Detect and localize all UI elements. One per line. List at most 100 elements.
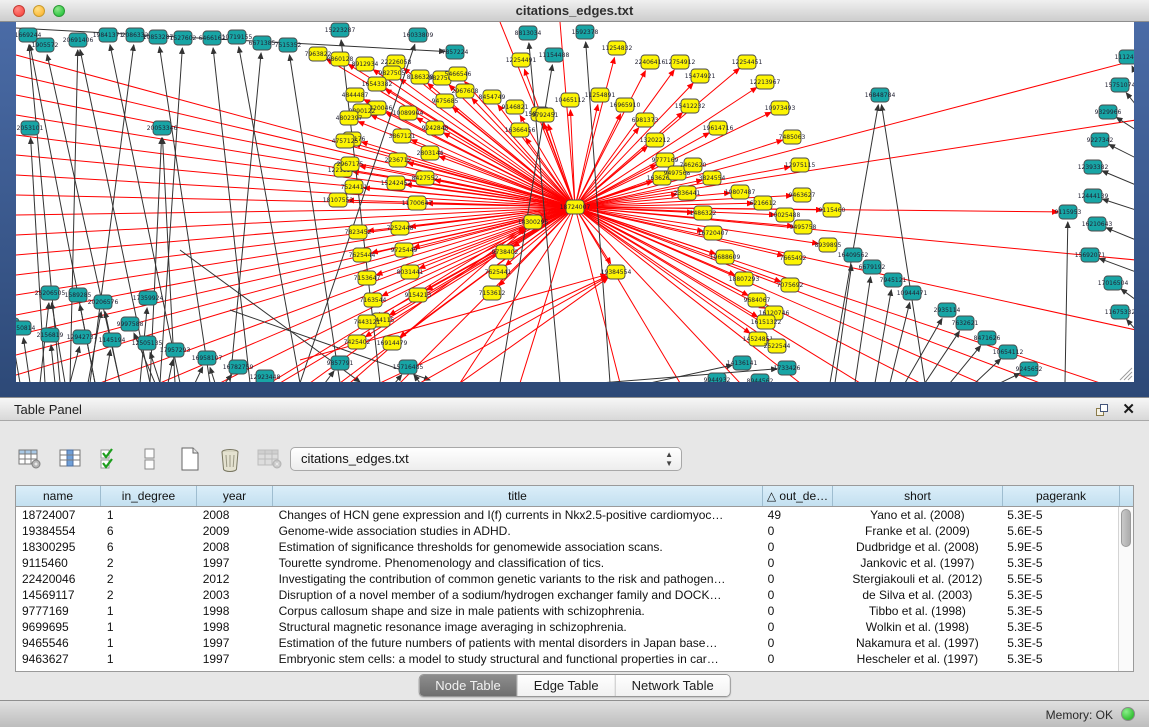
table-cell[interactable]: 1998 xyxy=(197,619,273,635)
graph-node[interactable]: 8860128 xyxy=(327,52,354,66)
table-cell[interactable]: 6 xyxy=(101,539,197,555)
graph-node[interactable]: 9146821 xyxy=(502,100,529,114)
graph-node[interactable]: 12213967 xyxy=(750,75,781,89)
table-cell[interactable]: Stergiakouli et al. (2012) xyxy=(832,571,1002,587)
table-cell[interactable]: 0 xyxy=(762,555,832,571)
table-row[interactable]: 1456911722003Disruption of a novel membe… xyxy=(16,587,1118,603)
table-cell[interactable]: 2009 xyxy=(197,523,273,539)
graph-node[interactable]: 6466162 xyxy=(199,31,226,45)
table-cell[interactable]: 1997 xyxy=(197,651,273,667)
table-cell[interactable]: 1997 xyxy=(197,635,273,651)
graph-node[interactable]: 9463627 xyxy=(789,188,816,202)
table-cell[interactable]: 5.3E-5 xyxy=(1001,619,1118,635)
table-cell[interactable]: 5.3E-5 xyxy=(1001,635,1118,651)
table-row[interactable]: 2242004622012Investigating the contribut… xyxy=(16,571,1118,587)
network-canvas[interactable]: 1872400779638228860128891293422226058982… xyxy=(16,22,1134,382)
table-row[interactable]: 977716911998Corpus callosum shape and si… xyxy=(16,603,1118,619)
graph-node[interactable]: 15223287 xyxy=(325,23,356,37)
graph-node[interactable]: 16033809 xyxy=(403,28,434,42)
table-row[interactable]: 946554611997Estimation of the future num… xyxy=(16,635,1118,651)
column-header-out_de[interactable]: △ out_de… xyxy=(763,486,833,506)
graph-node[interactable]: 7075692 xyxy=(777,278,804,292)
column-header-in_degree[interactable]: in_degree xyxy=(101,486,197,506)
table-cell[interactable]: 1 xyxy=(101,507,197,523)
graph-node[interactable]: 1145194 xyxy=(99,333,126,347)
table-cell[interactable]: Dudbridge et al. (2008) xyxy=(832,539,1002,555)
table-cell[interactable]: 5.3E-5 xyxy=(1001,603,1118,619)
graph-node[interactable]: 7153612 xyxy=(479,286,506,300)
table-cell[interactable]: Tibbo et al. (1998) xyxy=(832,603,1002,619)
table-cell[interactable]: Jankovic et al. (1997) xyxy=(832,555,1002,571)
graph-node[interactable]: 20691406 xyxy=(63,33,94,47)
graph-node[interactable]: 7153647 xyxy=(354,271,381,285)
graph-node[interactable]: 11254832 xyxy=(602,41,633,55)
table-cell[interactable]: 2012 xyxy=(197,571,273,587)
unselect-rows-icon[interactable] xyxy=(136,445,164,473)
table-cell[interactable]: 5.3E-5 xyxy=(1001,587,1118,603)
graph-node[interactable]: 2156819 xyxy=(37,328,64,342)
graph-node[interactable]: 15474921 xyxy=(685,69,716,83)
table-cell[interactable]: 14569117 xyxy=(16,587,101,603)
table-cell[interactable]: 0 xyxy=(762,539,832,555)
table-cell[interactable]: 5.9E-5 xyxy=(1001,539,1118,555)
graph-node[interactable]: 10465112 xyxy=(555,93,586,107)
table-settings-icon[interactable] xyxy=(16,445,44,473)
graph-node[interactable]: 2935114 xyxy=(934,303,961,317)
table-cell[interactable]: Yano et al. (2008) xyxy=(832,507,1002,523)
graph-node[interactable]: 2053101 xyxy=(17,121,44,135)
table-row[interactable]: 969969511998Structural magnetic resonanc… xyxy=(16,619,1118,635)
table-cell[interactable]: 2003 xyxy=(197,587,273,603)
graph-node[interactable]: 10688609 xyxy=(710,250,741,264)
graph-node[interactable]: 1592378 xyxy=(572,25,599,39)
table-cell[interactable]: Embryonic stem cells: a model to study s… xyxy=(273,651,762,667)
import-table-icon[interactable] xyxy=(256,445,284,473)
table-cell[interactable]: 6 xyxy=(101,523,197,539)
select-all-icon[interactable] xyxy=(96,445,124,473)
graph-node[interactable]: 7632621 xyxy=(952,316,979,330)
graph-node[interactable]: 12254491 xyxy=(506,53,537,67)
table-cell[interactable]: Nakamura et al. (1997) xyxy=(832,635,1002,651)
column-header-short[interactable]: short xyxy=(833,486,1003,506)
table-cell[interactable]: 9777169 xyxy=(16,603,101,619)
float-panel-icon[interactable] xyxy=(1096,404,1109,417)
table-cell[interactable]: 0 xyxy=(762,651,832,667)
column-header-name[interactable]: name xyxy=(16,486,101,506)
graph-node[interactable]: 6679192 xyxy=(859,260,886,274)
table-scrollbar[interactable] xyxy=(1118,507,1133,671)
graph-node[interactable]: 17016504 xyxy=(1098,276,1129,290)
graph-node[interactable]: 14136141 xyxy=(727,356,758,370)
graph-node[interactable]: 1112453 xyxy=(1115,50,1134,64)
graph-node[interactable]: 16965910 xyxy=(610,98,641,112)
graph-node[interactable]: 2522544 xyxy=(764,339,791,353)
graph-node[interactable]: 12254451 xyxy=(732,55,763,69)
table-cell[interactable]: 9465546 xyxy=(16,635,101,651)
table-cell[interactable]: 22420046 xyxy=(16,571,101,587)
graph-node[interactable]: 9495758 xyxy=(790,220,817,234)
graph-node[interactable]: 11154488 xyxy=(539,48,570,62)
table-row[interactable]: 1830029562008Estimation of significance … xyxy=(16,539,1118,555)
graph-node[interactable]: 2236712 xyxy=(385,153,412,167)
table-cell[interactable]: 2008 xyxy=(197,507,273,523)
graph-node[interactable]: 16848784 xyxy=(865,88,896,102)
tab-network-table[interactable]: Network Table xyxy=(616,675,730,696)
table-cell[interactable]: 2 xyxy=(101,555,197,571)
graph-node[interactable]: 1589285 xyxy=(65,288,92,302)
graph-node[interactable]: 12444139 xyxy=(1078,189,1109,203)
table-cell[interactable]: 2008 xyxy=(197,539,273,555)
table-cell[interactable]: 2 xyxy=(101,571,197,587)
tab-node-table[interactable]: Node Table xyxy=(419,675,518,696)
graph-node[interactable]: 8031441 xyxy=(397,265,424,279)
graph-node[interactable]: 3867121 xyxy=(389,129,416,143)
graph-node[interactable]: 2967608 xyxy=(452,84,479,98)
table-cell[interactable]: 5.6E-5 xyxy=(1001,523,1118,539)
table-cell[interactable]: 1 xyxy=(101,619,197,635)
table-cell[interactable]: 1998 xyxy=(197,603,273,619)
graph-node[interactable]: 7857224 xyxy=(442,45,469,59)
graph-node[interactable]: 13202212 xyxy=(640,133,671,147)
graph-node[interactable]: 11675332 xyxy=(1105,305,1134,319)
graph-node[interactable]: 10944471 xyxy=(897,286,928,300)
table-cell[interactable]: Disruption of a novel member of a sodium… xyxy=(273,587,762,603)
graph-node[interactable]: 19841371 xyxy=(93,28,124,42)
graph-node[interactable]: 8350814 xyxy=(16,321,36,335)
graph-node[interactable]: 16720407 xyxy=(698,226,729,240)
